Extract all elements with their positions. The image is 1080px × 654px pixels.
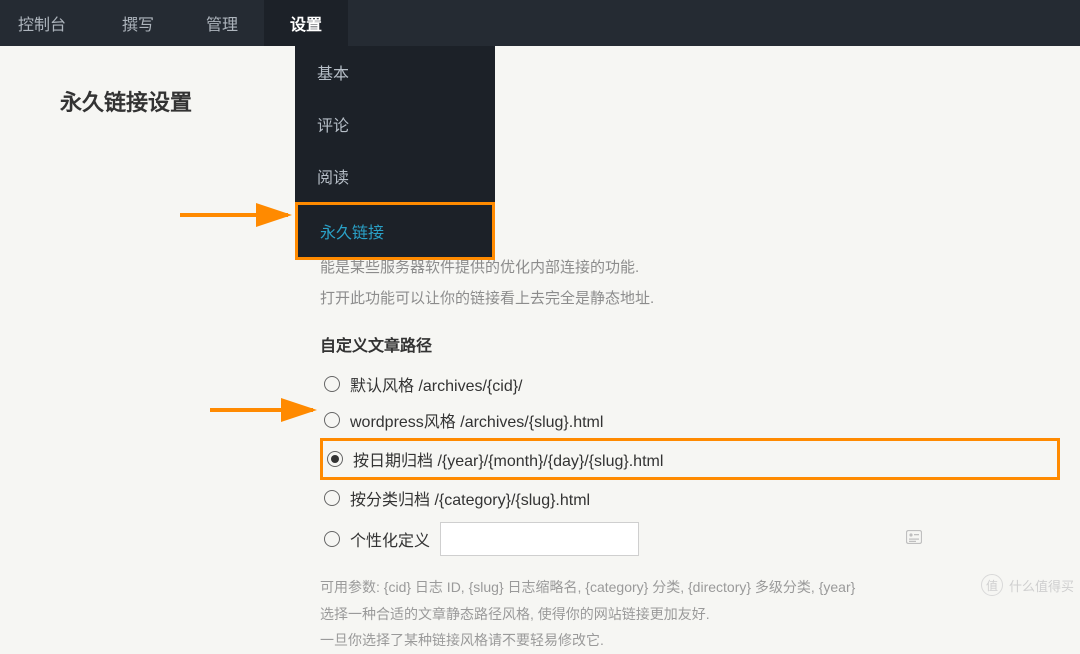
rewrite-desc-2: 打开此功能可以让你的链接看上去完全是静态地址. [320, 285, 1060, 312]
radio-icon [324, 490, 340, 506]
submenu-item-reading[interactable]: 阅读 [295, 150, 495, 202]
radio-row-default[interactable]: 默认风格 /archives/{cid}/ [320, 366, 1060, 402]
radio-icon [324, 531, 340, 547]
radio-icon [324, 376, 340, 392]
radio-icon [324, 412, 340, 428]
radio-label: 按分类归档 /{category}/{slug}.html [350, 486, 590, 510]
top-nav: 控制台 撰写 管理 设置 [0, 0, 1080, 46]
nav-item-manage[interactable]: 管理 [180, 0, 264, 46]
settings-submenu: 基本 评论 阅读 永久链接 [295, 46, 495, 260]
watermark-logo-icon: 值 [981, 574, 1003, 596]
input-card-icon [906, 530, 922, 548]
nav-item-write[interactable]: 撰写 [96, 0, 180, 46]
nav-item-console[interactable]: 控制台 [0, 0, 96, 46]
radio-label: 默认风格 /archives/{cid}/ [350, 372, 523, 396]
section-heading-rewrite: 能 [450, 164, 1060, 188]
page-title: 永久链接设置 [60, 85, 192, 117]
path-style-radio-group: 默认风格 /archives/{cid}/ wordpress风格 /archi… [320, 366, 1060, 562]
radio-label: 按日期归档 /{year}/{month}/{day}/{slug}.html [353, 447, 663, 471]
radio-row-wordpress[interactable]: wordpress风格 /archives/{slug}.html [320, 402, 1060, 438]
help-text: 可用参数: {cid} 日志 ID, {slug} 日志缩略名, {catego… [320, 574, 1060, 654]
section-heading-custom-path: 自定义文章路径 [320, 332, 1060, 356]
submenu-item-permalink[interactable]: 永久链接 [295, 202, 495, 260]
help-line-2: 选择一种合适的文章静态路径风格, 使得你的网站链接更加友好. [320, 601, 1060, 628]
help-line-1: 可用参数: {cid} 日志 ID, {slug} 日志缩略名, {catego… [320, 574, 1060, 601]
nav-item-settings[interactable]: 设置 [264, 0, 348, 46]
radio-row-custom[interactable]: 个性化定义 [320, 516, 1060, 562]
custom-path-input[interactable] [440, 522, 639, 556]
watermark: 值 什么值得买 [981, 574, 1074, 596]
radio-icon-checked [327, 451, 343, 467]
annotation-arrow-2 [210, 395, 325, 425]
radio-row-by-date[interactable]: 按日期归档 /{year}/{month}/{day}/{slug}.html [320, 438, 1060, 480]
help-line-3: 一旦你选择了某种链接风格请不要轻易修改它. [320, 627, 1060, 654]
radio-label: 个性化定义 [350, 527, 430, 551]
submenu-item-comments[interactable]: 评论 [295, 98, 495, 150]
radio-row-by-category[interactable]: 按分类归档 /{category}/{slug}.html [320, 480, 1060, 516]
annotation-arrow-1 [180, 200, 300, 230]
submenu-item-basic[interactable]: 基本 [295, 46, 495, 98]
radio-label: wordpress风格 /archives/{slug}.html [350, 408, 603, 432]
watermark-text: 什么值得买 [1009, 576, 1074, 595]
